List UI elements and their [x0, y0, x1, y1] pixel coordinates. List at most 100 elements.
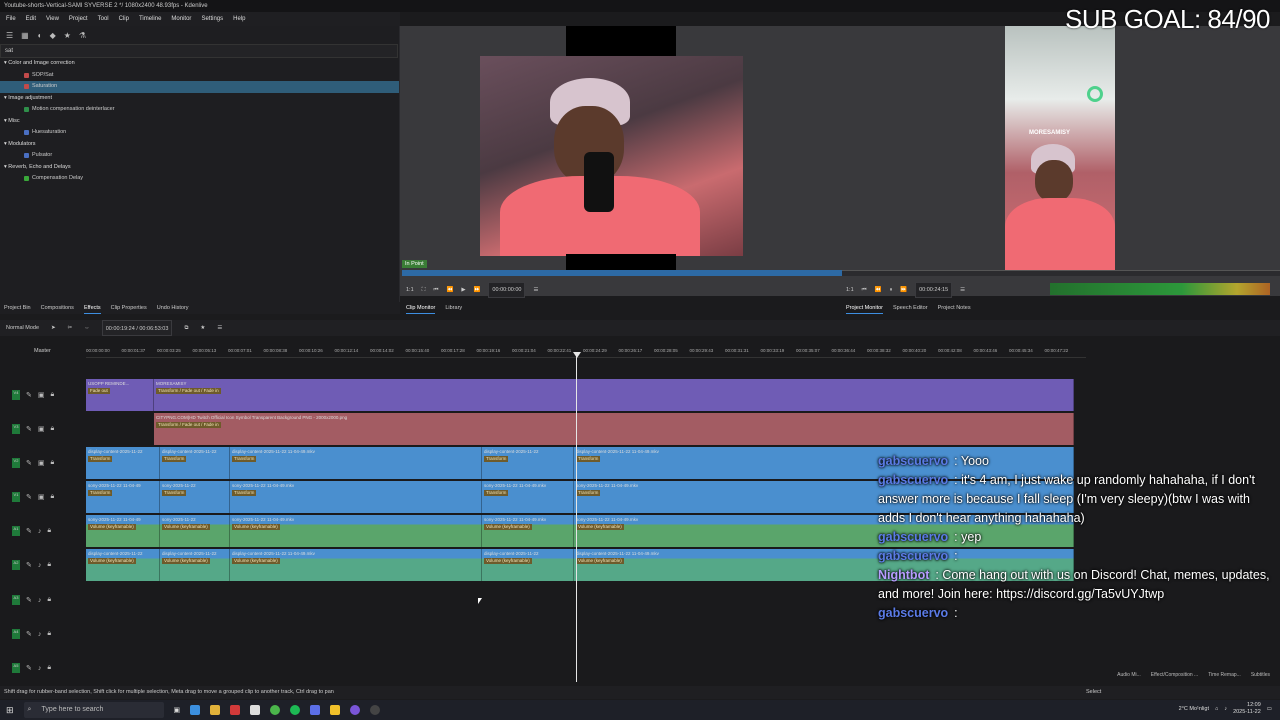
eye-icon[interactable]: ▣ — [38, 391, 45, 399]
app-white-icon[interactable] — [250, 705, 261, 715]
timeline-clip[interactable]: sony-2025-11-22 Volume (keyframable) — [160, 515, 230, 547]
eye-icon[interactable]: ♪ — [38, 597, 42, 604]
sticky-notes-icon[interactable] — [330, 705, 341, 715]
forward-icon[interactable]: ⏩ — [900, 283, 907, 297]
clip-monitor-frame[interactable] — [480, 56, 743, 256]
eye-icon[interactable]: ♪ — [38, 528, 42, 535]
bottom-tab[interactable]: Audio Mi... — [1117, 672, 1141, 678]
discord-icon[interactable] — [350, 705, 361, 715]
network-icon[interactable]: ⌂ — [1215, 706, 1218, 712]
grid-icon[interactable]: ▦ — [21, 31, 29, 40]
spotify-icon[interactable] — [290, 705, 301, 715]
template-icon[interactable]: ⚗ — [79, 31, 86, 40]
track-header[interactable]: V1 ✎ ▣ 🔒︎ — [0, 480, 86, 514]
master-label[interactable]: Master — [34, 348, 51, 354]
timeline-clip[interactable]: display-content-2025-11-22 11-04-49.mkv T… — [230, 447, 482, 479]
edit-icon[interactable]: ✎ — [26, 391, 32, 399]
audio-effects-icon[interactable]: ◖ — [37, 31, 42, 40]
timeline-clip[interactable]: display-content-2025-11-22 Transform — [160, 447, 230, 479]
timeline-clip[interactable]: sony-2025-11-22 11-04-49.mkv Volume (keyf… — [482, 515, 574, 547]
lock-icon[interactable]: 🔒︎ — [47, 561, 51, 569]
effect-item[interactable]: Huesaturation — [0, 127, 399, 139]
track-header[interactable]: V3 ✎ ▣ 🔒︎ — [0, 412, 86, 446]
eye-icon[interactable]: ♪ — [38, 665, 42, 672]
timeline-clip[interactable]: MORESAMISY Transform / Fade out / Fade in — [154, 379, 1074, 411]
custom-effects-icon[interactable]: ◆ — [50, 31, 56, 40]
rewind-icon[interactable]: ⏪ — [875, 283, 882, 297]
lock-icon[interactable]: 🔒︎ — [47, 596, 51, 604]
timeline-ruler[interactable]: 00:00:00:00 00:00:01:37 00:00:03:25 00:00:0… — [86, 346, 1086, 358]
effects-search-input[interactable]: sat — [0, 44, 398, 58]
timeline-clip[interactable]: sony-2025-11-22 11-04-49.mkv Transform — [230, 481, 482, 513]
timeline-mode-select[interactable]: Normal Mode — [6, 320, 39, 336]
menu-icon[interactable]: ☰ — [533, 283, 538, 297]
tab-effects[interactable]: Effects — [83, 302, 101, 314]
tab-speech-editor[interactable]: Speech Editor — [893, 302, 928, 314]
weather-text[interactable]: 2°C Mo¹nligt — [1179, 706, 1209, 712]
timeline-clip[interactable]: sony-2025-11-22 11-04-49 Transform — [86, 481, 160, 513]
menu-file[interactable]: File — [6, 12, 16, 26]
razor-tool-icon[interactable]: ✂ — [68, 320, 73, 336]
menu-settings[interactable]: Settings — [201, 12, 223, 26]
edge-icon[interactable] — [190, 705, 201, 715]
edit-icon[interactable]: ✎ — [26, 459, 32, 467]
file-explorer-icon[interactable] — [210, 705, 221, 715]
snap-icon[interactable]: ⧉ — [184, 320, 188, 336]
kdenlive-icon[interactable] — [310, 705, 321, 715]
menu-monitor[interactable]: Monitor — [171, 12, 191, 26]
timeline-clip[interactable]: display-content-2025-11-22 Transform — [86, 447, 160, 479]
eye-icon[interactable]: ▣ — [38, 425, 45, 433]
tab-library[interactable]: Library — [445, 302, 462, 314]
bottom-tab[interactable]: Effect/Composition ... — [1151, 672, 1198, 678]
playhead[interactable] — [576, 352, 577, 682]
favorites-icon[interactable]: ★ — [64, 31, 71, 40]
volume-icon[interactable]: ♪ — [1224, 706, 1227, 712]
lock-icon[interactable]: 🔒︎ — [51, 459, 55, 467]
edit-icon[interactable]: ✎ — [26, 596, 32, 604]
list-view-icon[interactable]: ☰ — [6, 31, 13, 40]
forward-icon[interactable]: ⏩ — [474, 283, 481, 297]
chrome-icon[interactable] — [270, 705, 281, 715]
timeline-clip[interactable]: sony-2025-11-22 Transform — [160, 481, 230, 513]
effect-category[interactable]: ▾ Image adjustment — [0, 93, 399, 105]
track-header[interactable]: A1 ✎ ♪ 🔒︎ — [0, 514, 86, 548]
timeline-clip[interactable]: display-content-2025-11-22 Volume (keyfra… — [160, 549, 230, 581]
timeline-clip[interactable]: sony-2025-11-22 11-04-49 Volume (keyframa… — [86, 515, 160, 547]
bottom-tab[interactable]: Subtitles — [1251, 672, 1270, 678]
windows-start-icon[interactable]: ⊞ — [6, 705, 14, 716]
lock-icon[interactable]: 🔒︎ — [51, 493, 55, 501]
clock-date[interactable]: 2025-11-22 — [1233, 709, 1261, 715]
effect-item[interactable]: Motion compensation deinterlacer — [0, 104, 399, 116]
track-header[interactable]: A3 ✎ ♪ 🔒︎ — [0, 583, 86, 617]
fullscreen-icon[interactable]: ⛶ — [422, 283, 426, 297]
lock-icon[interactable]: 🔒︎ — [51, 391, 55, 399]
task-view-icon[interactable]: ▣ — [174, 706, 181, 714]
selection-tool-icon[interactable]: ➤ — [51, 320, 56, 336]
edit-icon[interactable]: ✎ — [26, 425, 32, 433]
eye-icon[interactable]: ♪ — [38, 631, 42, 638]
track-header[interactable]: A2 ✎ ♪ 🔒︎ — [0, 548, 86, 582]
edit-icon[interactable]: ✎ — [26, 630, 32, 638]
menu-clip[interactable]: Clip — [119, 12, 129, 26]
effect-item[interactable]: Compensation Delay — [0, 173, 399, 185]
project-monitor-ruler[interactable] — [842, 270, 1280, 276]
effect-category[interactable]: ▾ Modulators — [0, 139, 399, 151]
rewind-icon[interactable]: ⏪ — [446, 283, 453, 297]
timeline-clip[interactable]: sony-2025-11-22 11-04-49.mkv Volume (keyf… — [230, 515, 482, 547]
menu-edit[interactable]: Edit — [26, 12, 36, 26]
timeline-clip[interactable]: USOPP REMINDE... Fade out — [86, 379, 154, 411]
effect-item[interactable]: Pulsator — [0, 150, 399, 162]
spacer-tool-icon[interactable]: ⇔ — [84, 320, 90, 336]
menu-tool[interactable]: Tool — [98, 12, 109, 26]
eye-icon[interactable]: ♪ — [38, 562, 42, 569]
menu-help[interactable]: Help — [233, 12, 245, 26]
favorite-effects-icon[interactable]: ★ — [200, 320, 205, 336]
timeline-clip[interactable]: display-content-2025-11-22 Volume (keyfra… — [482, 549, 574, 581]
track-header[interactable]: A4 ✎ ♪ 🔒︎ — [0, 617, 86, 651]
project-zoom[interactable]: 1:1 — [846, 283, 854, 297]
menu-timeline[interactable]: Timeline — [139, 12, 161, 26]
taskbar-search-input[interactable]: ⌕ Type here to search — [23, 702, 164, 718]
tab-compositions[interactable]: Compositions — [41, 302, 74, 314]
track-header[interactable]: A5 ✎ ♪ 🔒︎ — [0, 651, 86, 685]
eye-icon[interactable]: ▣ — [38, 493, 45, 501]
